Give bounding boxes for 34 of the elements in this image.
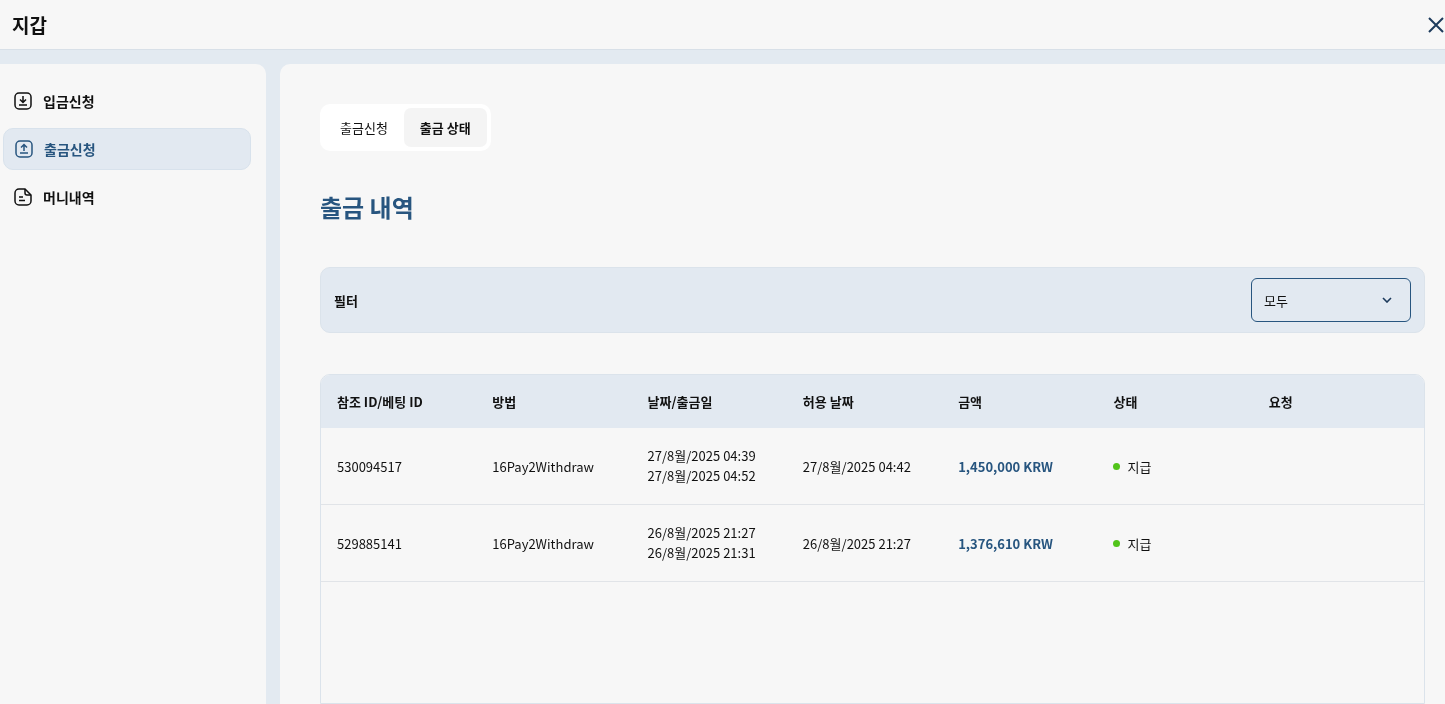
table-cell-text: 529885141 <box>337 533 403 553</box>
filter-dropdown[interactable]: 모두 <box>1251 278 1411 322</box>
column-header: 요청 <box>1268 392 1294 411</box>
table-cell-text: 26/8월/2025 21:27 <box>802 533 912 553</box>
table-cell-text: 26/8월/2025 21:27 26/8월/2025 21:31 <box>647 523 757 563</box>
table-cell-text: 530094517 <box>337 456 403 476</box>
status-label: 지급 <box>1127 456 1152 476</box>
table-cell-text: 27/8월/2025 04:42 <box>802 456 912 476</box>
column-header: 참조 ID/베팅 ID <box>337 392 424 411</box>
table-cell-text: 16Pay2Withdraw <box>492 456 595 476</box>
close-icon <box>1427 15 1445 34</box>
table-cell-text: 16Pay2Withdraw <box>492 533 595 553</box>
upload-icon <box>14 139 34 159</box>
window-title: 지갑 <box>12 11 47 38</box>
column-header: 허용 날짜 <box>802 392 855 411</box>
document-icon <box>13 187 33 207</box>
column-header: 날짜/출금일 <box>647 392 714 411</box>
status-label: 지급 <box>1127 533 1152 553</box>
column-header: 상태 <box>1113 392 1139 411</box>
table-cell-text: 1,450,000 KRW <box>958 456 1054 476</box>
sidebar-item[interactable]: 입금신청 <box>3 80 251 122</box>
table-cell-text: 1,376,610 KRW <box>958 533 1054 553</box>
tab[interactable]: 출금신청 <box>324 108 404 147</box>
close-button[interactable] <box>1427 15 1445 34</box>
table-cell-text: 27/8월/2025 04:39 27/8월/2025 04:52 <box>647 446 757 486</box>
download-icon <box>13 91 33 111</box>
page-heading: 출금 내역 <box>320 191 415 223</box>
tab[interactable]: 출금 상태 <box>403 108 487 147</box>
chevron-down-icon <box>1382 297 1392 303</box>
column-header: 금액 <box>958 392 984 411</box>
sidebar-item[interactable]: 머니내역 <box>3 176 251 218</box>
sidebar-item[interactable]: 출금신청 <box>3 128 251 170</box>
filter-label: 필터 <box>334 290 358 310</box>
column-header: 방법 <box>492 392 518 411</box>
